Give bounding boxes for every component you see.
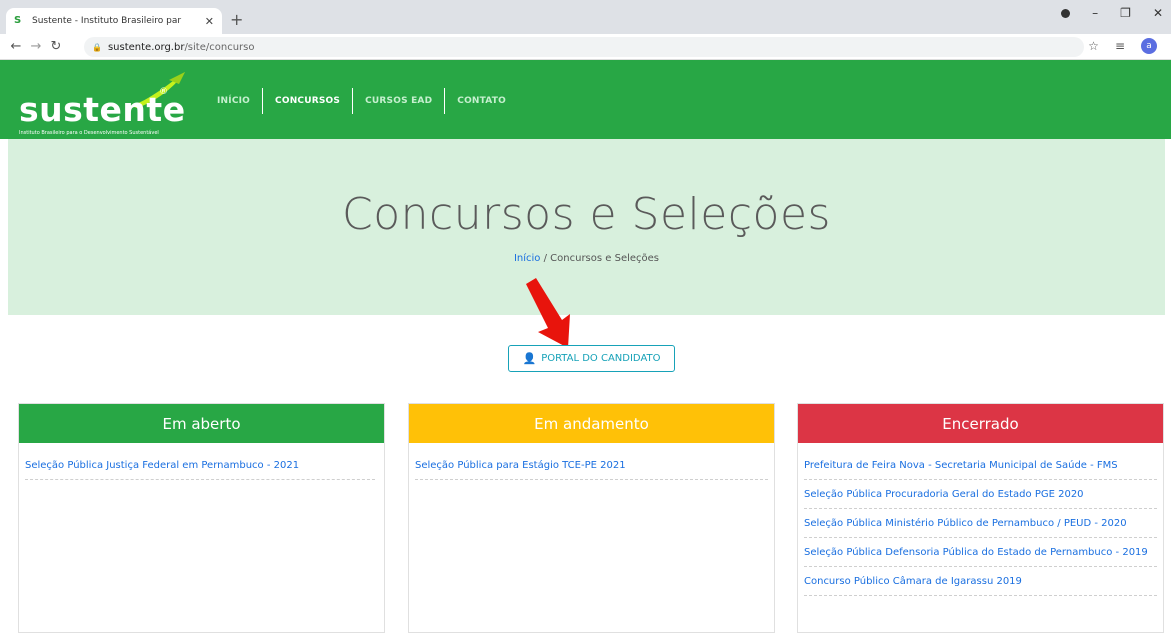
profile-avatar[interactable]: a [1141,38,1157,54]
reading-list-icon[interactable]: ≡ [1115,39,1125,53]
user-key-icon: 👤 [522,352,537,365]
card-header: Em aberto [19,404,384,443]
card-list: Seleção Pública para Estágio TCE-PE 2021 [409,443,774,480]
new-tab-icon[interactable]: + [230,10,243,29]
breadcrumb-separator: / [540,253,551,264]
breadcrumb: Início / Concursos e Seleções [8,253,1165,264]
nav-item-inicio[interactable]: INÍCIO [205,96,262,106]
url-path: /site/concurso [184,41,255,53]
list-item[interactable]: Seleção Pública para Estágio TCE-PE 2021 [415,459,768,480]
site-header: sustente ® Instituto Brasileiro para o D… [0,60,1171,139]
url-field[interactable]: 🔒 sustente.org.br/site/concurso [84,37,1084,57]
nav-item-contato[interactable]: CONTATO [445,96,518,106]
breadcrumb-current: Concursos e Seleções [550,253,660,264]
card-header: Em andamento [409,404,774,443]
nav-item-cursos-ead[interactable]: CURSOS EAD [353,96,444,106]
card-list: Seleção Pública Justiça Federal em Perna… [19,443,381,480]
breadcrumb-home-link[interactable]: Início [514,253,540,264]
card-em-andamento: Em andamento Seleção Pública para Estági… [408,403,775,633]
tab-title: Sustente - Instituto Brasileiro par [32,16,182,26]
nav-item-concursos[interactable]: CONCURSOS [263,96,352,106]
browser-tab-bar: S Sustente - Instituto Brasileiro par ✕ … [0,0,1171,34]
url-host: sustente.org.br [107,41,185,53]
logo-tagline: Instituto Brasileiro para o Desenvolvime… [19,130,159,136]
site-logo[interactable]: sustente ® Instituto Brasileiro para o D… [19,70,199,136]
lock-icon: 🔒 [92,42,102,52]
card-em-aberto: Em aberto Seleção Pública Justiça Federa… [18,403,385,633]
forward-icon[interactable]: → [26,39,46,54]
minimize-icon[interactable]: – [1092,6,1098,20]
logo-registered: ® [159,87,168,97]
restore-icon[interactable]: ❐ [1120,6,1131,20]
address-bar: ← → ↻ 🔒 sustente.org.br/site/concurso ☆ … [0,34,1171,60]
portal-button-label: PORTAL DO CANDIDATO [541,353,661,364]
toolbar-actions: ☆ ≡ a [1088,38,1157,54]
list-item[interactable]: Seleção Pública Procuradoria Geral do Es… [804,488,1157,509]
card-encerrado: Encerrado Prefeitura de Feira Nova - Sec… [797,403,1164,633]
close-tab-icon[interactable]: ✕ [205,15,214,28]
page-title: Concursos e Seleções [342,189,831,240]
card-list: Prefeitura de Feira Nova - Secretaria Mu… [798,443,1163,596]
reload-icon[interactable]: ↻ [46,39,66,54]
list-item[interactable]: Seleção Pública Ministério Público de Pe… [804,517,1157,538]
page-hero: Concursos e Seleções Início / Concursos … [8,139,1165,315]
list-item[interactable]: Concurso Público Câmara de Igarassu 2019 [804,575,1157,596]
favicon-icon: S [14,15,22,26]
portal-candidato-button[interactable]: 👤 PORTAL DO CANDIDATO [508,345,675,372]
back-icon[interactable]: ← [6,39,26,54]
list-item[interactable]: Seleção Pública Defensoria Pública do Es… [804,546,1157,567]
list-item[interactable]: Seleção Pública Justiça Federal em Perna… [25,459,375,480]
record-icon[interactable] [1061,8,1071,18]
window-controls: – ❐ ✕ [1061,0,1171,26]
card-header: Encerrado [798,404,1163,443]
browser-tab[interactable]: S Sustente - Instituto Brasileiro par ✕ [6,8,222,34]
list-item[interactable]: Prefeitura de Feira Nova - Secretaria Mu… [804,459,1157,480]
red-arrow-icon [526,278,570,348]
main-nav: INÍCIO CONCURSOS CURSOS EAD CONTATO [205,86,518,116]
close-window-icon[interactable]: ✕ [1153,6,1163,20]
bookmark-star-icon[interactable]: ☆ [1088,39,1099,53]
